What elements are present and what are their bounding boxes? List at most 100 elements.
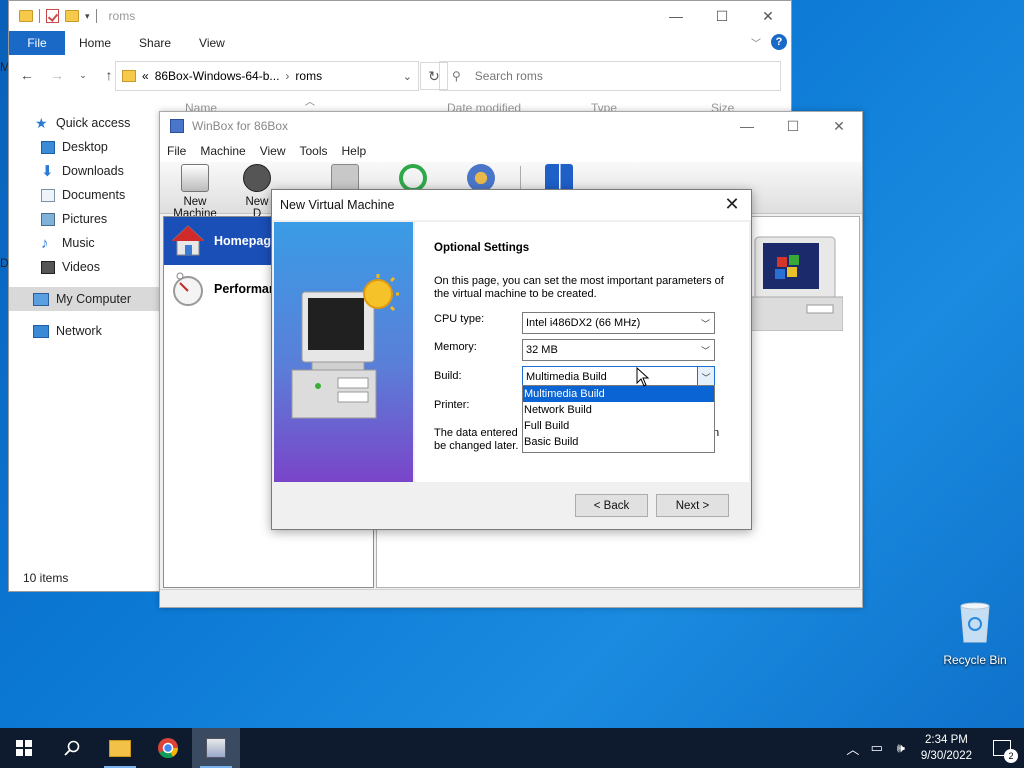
new-machine-button[interactable]: New Machine (162, 164, 228, 220)
menu-view[interactable]: View (253, 144, 293, 158)
ribbon-tabs: File Home Share View (9, 31, 791, 55)
nav-item-network[interactable]: Network (9, 319, 161, 343)
breadcrumb-item[interactable]: 86Box-Windows-64-b... (155, 69, 280, 83)
close-button[interactable]: ✕ (745, 1, 791, 31)
nav-item-label: Music (62, 236, 95, 250)
recycle-bin[interactable]: Recycle Bin (940, 600, 1010, 667)
list-item-label: Performan (214, 282, 277, 296)
nav-item-desktop[interactable]: Desktop (9, 135, 161, 159)
quick-access-dropdown-icon[interactable]: ▾ (85, 11, 90, 22)
disk-icon (243, 164, 271, 192)
separator (39, 9, 40, 23)
address-bar[interactable]: « 86Box-Windows-64-b... › roms ⌄ ↻ (115, 61, 448, 91)
taskbar: ︿ ▭ 🕪 2:34 PM 9/30/2022 2 (0, 728, 1024, 768)
clock[interactable]: 2:34 PM 9/30/2022 (913, 732, 980, 764)
tab-home[interactable]: Home (65, 31, 125, 55)
search-box[interactable]: ⚲ Search roms (439, 61, 781, 91)
computer-icon (33, 292, 49, 306)
menu-file[interactable]: File (160, 144, 193, 158)
notification-icon: 2 (993, 740, 1018, 763)
chrome-icon (158, 738, 179, 759)
close-icon[interactable]: ✕ (721, 194, 743, 215)
network-icon[interactable]: ▭ (865, 740, 889, 756)
recent-locations-icon[interactable]: ⌄ (79, 70, 87, 81)
printer-label: Printer: (434, 399, 470, 411)
cpu-type-select[interactable]: Intel i486DX2 (66 MHz) ﹀ (522, 312, 715, 334)
nav-item-label: Network (56, 324, 102, 338)
dropdown-option[interactable]: Basic Build (523, 434, 714, 450)
dropdown-option[interactable]: Multimedia Build (523, 386, 714, 402)
address-prefix: « (142, 69, 149, 83)
next-button[interactable]: Next > (656, 494, 729, 517)
search-button[interactable] (48, 728, 96, 768)
menu-help[interactable]: Help (335, 144, 374, 158)
nav-item-my-computer[interactable]: My Computer (9, 287, 161, 311)
nav-item-label: Downloads (62, 164, 124, 178)
windows-logo-icon (16, 740, 32, 756)
dropdown-option[interactable]: Network Build (523, 402, 714, 418)
taskbar-winbox[interactable] (192, 728, 240, 768)
winbox-app-icon (206, 738, 226, 758)
nav-item-label: Videos (62, 260, 100, 274)
nav-item-music[interactable]: ♪ Music (9, 231, 161, 255)
menu-machine[interactable]: Machine (193, 144, 252, 158)
maximize-button[interactable]: ☐ (699, 1, 745, 31)
winbox-menubar: File Machine View Tools Help (160, 140, 862, 162)
note-text: be changed later. (434, 440, 519, 452)
back-button[interactable]: < Back (575, 494, 648, 517)
expand-ribbon-icon[interactable]: ﹀ (751, 35, 761, 50)
nav-item-pictures[interactable]: Pictures (9, 207, 161, 231)
build-dropdown-list: Multimedia Build Network Build Full Buil… (522, 385, 715, 453)
list-item-label: Homepage (214, 234, 278, 248)
help-icon[interactable]: ? (771, 34, 787, 50)
music-icon: ♪ (41, 234, 49, 252)
documents-icon (41, 188, 55, 202)
taskbar-chrome[interactable] (144, 728, 192, 768)
computer-illustration (747, 236, 843, 331)
new-disk-button[interactable]: New D (240, 164, 274, 220)
properties-icon[interactable] (46, 9, 59, 23)
chevron-down-icon: ﹀ (697, 367, 714, 387)
volume-icon[interactable]: 🕪 (889, 740, 913, 756)
navigation-bar: ← → ⌄ ↑ « 86Box-Windows-64-b... › roms ⌄… (9, 55, 791, 95)
download-icon: ⬇ (41, 162, 54, 180)
minimize-button[interactable]: — (724, 112, 770, 140)
nav-item-documents[interactable]: Documents (9, 183, 161, 207)
new-folder-icon[interactable] (65, 10, 79, 22)
chevron-down-icon: ﹀ (700, 318, 710, 329)
nav-item-videos[interactable]: Videos (9, 255, 161, 279)
notification-button[interactable]: 2 (980, 728, 1024, 768)
settings-machine-icon (331, 164, 359, 192)
breadcrumb-item[interactable]: roms (295, 69, 322, 83)
cpu-type-label: CPU type: (434, 313, 485, 325)
dropdown-option[interactable]: Full Build (523, 418, 714, 434)
dialog-title: New Virtual Machine (280, 198, 395, 212)
sort-up-icon: ︿ (305, 97, 315, 108)
memory-select[interactable]: 32 MB ﹀ (522, 339, 715, 361)
navigation-pane: ★ Quick access Desktop ⬇ Downloads Docum… (9, 111, 161, 343)
taskbar-file-explorer[interactable] (96, 728, 144, 768)
chevron-down-icon[interactable]: ⌄ (403, 70, 412, 83)
minimize-button[interactable]: — (653, 1, 699, 31)
forward-arrow-icon[interactable]: → (49, 67, 65, 83)
build-value: Multimedia Build (526, 371, 607, 383)
tab-file[interactable]: File (9, 31, 65, 55)
clock-date: 9/30/2022 (920, 750, 972, 762)
close-button[interactable]: ✕ (816, 112, 862, 140)
chevron-right-icon: › (285, 69, 290, 83)
start-button[interactable] (0, 728, 48, 768)
nav-item-label: Pictures (62, 212, 108, 226)
search-icon: ⚲ (452, 69, 461, 83)
tab-share[interactable]: Share (125, 31, 185, 55)
nav-item-downloads[interactable]: ⬇ Downloads (9, 159, 161, 183)
chevron-up-icon[interactable]: ︿ (841, 739, 865, 758)
back-arrow-icon[interactable]: ← (19, 67, 35, 83)
winbox-logo-icon (170, 119, 184, 133)
nav-item-quick-access[interactable]: ★ Quick access (9, 111, 161, 135)
maximize-button[interactable]: ☐ (770, 112, 816, 140)
tab-view[interactable]: View (185, 31, 239, 55)
menu-tools[interactable]: Tools (293, 144, 335, 158)
pictures-icon (41, 212, 55, 226)
nav-item-label: Desktop (62, 140, 108, 154)
new-machine-icon (181, 164, 209, 192)
